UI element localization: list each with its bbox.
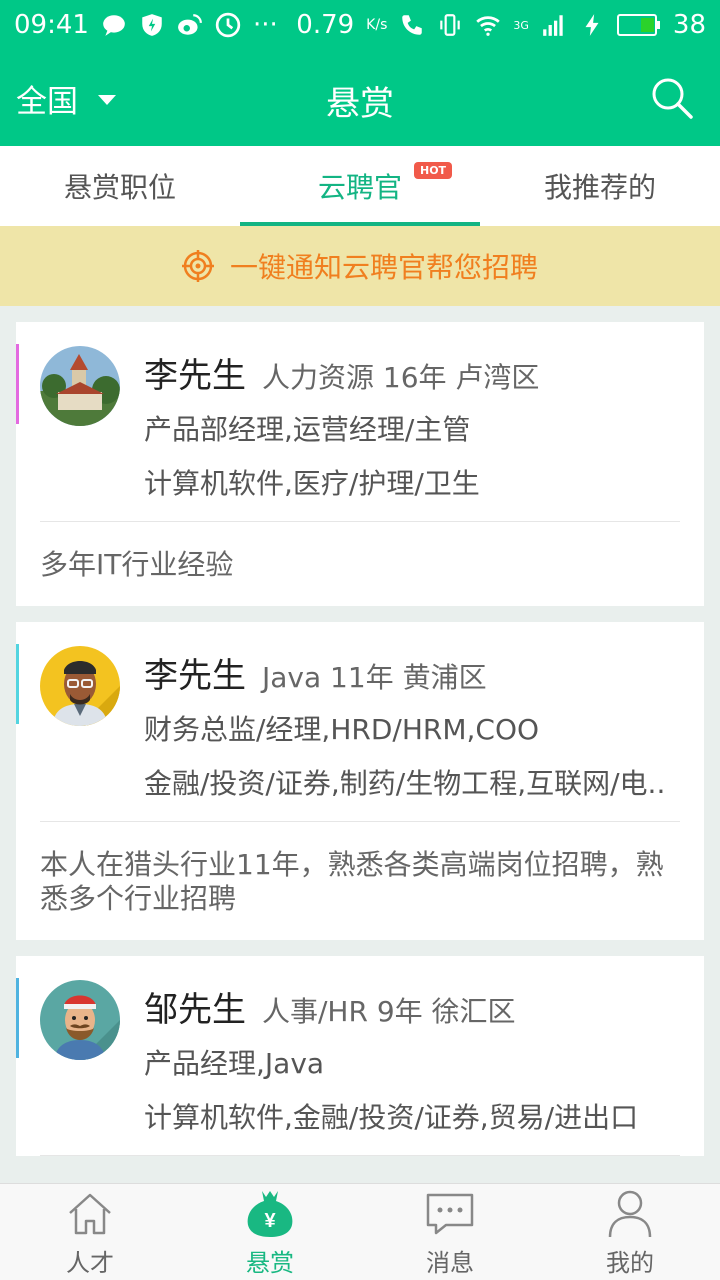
- clock-icon: [215, 12, 241, 38]
- recruiter-meta: Java 11年 黄浦区: [262, 661, 487, 694]
- money-bag-icon: ¥: [247, 1190, 293, 1237]
- tab-label: 悬赏职位: [63, 171, 176, 204]
- industries: 计算机软件,医疗/护理/卫生: [144, 467, 480, 500]
- tab-my-recommendations[interactable]: 我推荐的: [480, 146, 720, 226]
- status-time: 09:41: [14, 10, 89, 40]
- recruiter-name: 李先生: [144, 656, 246, 696]
- nav-label: 人才: [66, 1248, 114, 1277]
- more-icon: ···: [252, 10, 278, 40]
- chat-bubble-icon: [426, 1193, 474, 1234]
- tab-bounty-jobs[interactable]: 悬赏职位: [0, 146, 240, 226]
- hd-call-icon: [402, 15, 423, 35]
- nav-talent[interactable]: 人才: [0, 1184, 180, 1280]
- speed-unit: K/s: [366, 17, 388, 33]
- tab-bar: 悬赏职位 云聘官 HOT 我推荐的: [0, 146, 720, 226]
- svg-text:¥: ¥: [264, 1210, 276, 1232]
- recruiter-card[interactable]: 李先生 人力资源 16年 卢湾区 产品部经理,运营经理/主管 计算机软件,医疗/…: [16, 322, 704, 606]
- avatar: [40, 346, 120, 426]
- recruiter-name: 李先生: [144, 356, 246, 396]
- recruiter-meta: 人力资源 16年 卢湾区: [262, 361, 540, 394]
- weibo-icon: [178, 14, 202, 35]
- battery-icon: [616, 14, 660, 36]
- positions: 财务总监/经理,HRD/HRM,COO: [144, 713, 540, 746]
- nav-label: 悬赏: [246, 1248, 294, 1277]
- tab-label: 我推荐的: [543, 171, 656, 204]
- house-icon: [69, 1193, 111, 1234]
- recruiter-card[interactable]: 李先生 Java 11年 黄浦区 财务总监/经理,HRD/HRM,COO 金融/…: [16, 622, 704, 940]
- avatar: [40, 980, 120, 1060]
- recruiter-meta: 人事/HR 9年 徐汇区: [262, 995, 516, 1028]
- recruiter-description: 本人在猎头行业11年，熟悉各类高端岗位招聘，熟悉多个行业招聘: [40, 848, 664, 915]
- wifi-icon: [476, 16, 501, 36]
- positions: 产品经理,Java: [144, 1047, 325, 1080]
- notice-text: 一键通知云聘官帮您招聘: [229, 251, 538, 284]
- nav-me[interactable]: 我的: [540, 1184, 720, 1280]
- industries: 金融/投资/证券,制药/生物工程,互联网/电..: [144, 767, 666, 800]
- person-icon: [608, 1190, 652, 1237]
- app-header: 全国 悬赏: [0, 50, 720, 146]
- avatar: [40, 646, 120, 726]
- network-type: 3G: [513, 18, 529, 32]
- shield-icon: [142, 14, 162, 36]
- industries: 计算机软件,金融/投资/证券,贸易/进出口: [144, 1101, 639, 1134]
- tab-cloud-recruiter[interactable]: 云聘官 HOT: [240, 146, 480, 226]
- hot-badge: HOT: [414, 162, 453, 179]
- chat-icon: [103, 15, 125, 36]
- nav-messages[interactable]: 消息: [360, 1184, 540, 1280]
- signal-icon: [543, 15, 563, 36]
- search-icon[interactable]: [650, 76, 694, 120]
- recruiter-card[interactable]: 邹先生 人事/HR 9年 徐汇区 产品经理,Java 计算机软件,金融/投资/证…: [16, 956, 704, 1156]
- charging-icon: [585, 14, 599, 36]
- tab-label: 云聘官: [317, 171, 402, 204]
- notify-recruiter-banner[interactable]: 一键通知云聘官帮您招聘: [0, 226, 720, 306]
- battery-level: 38: [672, 10, 706, 40]
- recruiter-name: 邹先生: [144, 990, 246, 1030]
- recruiter-list: 李先生 人力资源 16年 卢湾区 产品部经理,运营经理/主管 计算机软件,医疗/…: [16, 322, 704, 1172]
- nav-bounty[interactable]: ¥ 悬赏: [180, 1184, 360, 1280]
- vibrate-icon: [440, 14, 461, 36]
- network-speed: 0.79: [296, 10, 355, 40]
- bottom-nav: 人才 ¥ 悬赏 消息 我的: [0, 1183, 720, 1280]
- recruiter-description: 多年IT行业经验: [40, 548, 234, 581]
- nav-label: 消息: [426, 1248, 474, 1277]
- divider: [40, 1155, 680, 1156]
- positions: 产品部经理,运营经理/主管: [144, 413, 471, 446]
- page-title: 悬赏: [326, 84, 394, 124]
- target-icon: [181, 250, 214, 282]
- nav-label: 我的: [606, 1248, 654, 1277]
- status-bar: 09:41 ··· 0.79 K/s 3G 38: [0, 0, 720, 50]
